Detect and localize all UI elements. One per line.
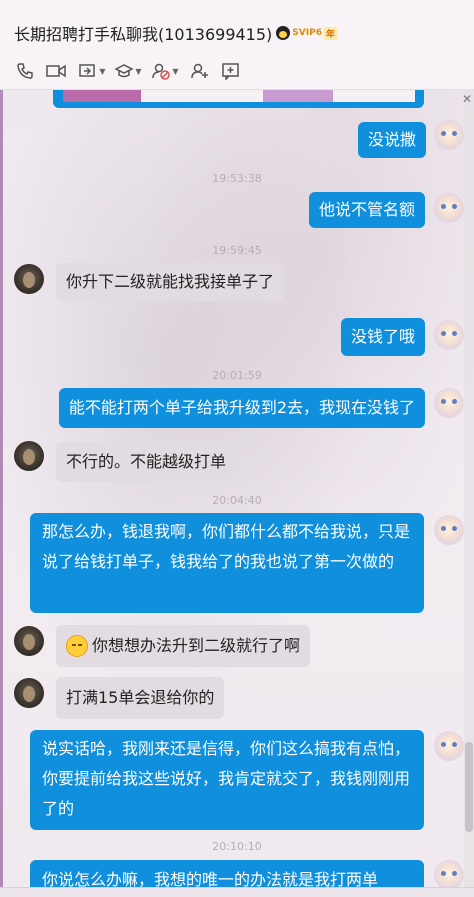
- contact-avatar[interactable]: [14, 626, 44, 656]
- vip-level-label: SVIP6: [292, 28, 322, 38]
- remote-assist-icon[interactable]: ▼: [110, 58, 146, 84]
- qq-penguin-icon: [276, 26, 291, 40]
- year-label: 年: [323, 26, 337, 40]
- message-bubble-outgoing[interactable]: 他说不管名额: [308, 192, 425, 228]
- message-timestamp: 19:53:38: [212, 172, 262, 185]
- left-accent-bar: [0, 90, 3, 887]
- contact-avatar[interactable]: [14, 441, 44, 471]
- message-timestamp: 20:04:40: [212, 494, 262, 507]
- message-text: 你想想办法升到二级就行了啊: [92, 636, 301, 655]
- title-row: 长期招聘打手私聊我(1013699415) SVIP6 年: [14, 20, 337, 46]
- chat-message-area[interactable]: 没说撒 19:53:38 他说不管名额 19:59:45 你升下二级就能找我接单…: [0, 90, 474, 887]
- doubt-emoji-icon: [66, 634, 88, 657]
- message-bubble-incoming[interactable]: 打满15单会退给你的: [56, 677, 225, 719]
- message-bubble-outgoing[interactable]: 那怎么办，钱退我啊，你们都什么都不给我说，只是说了给钱打单子，钱我给了的我也说了…: [30, 513, 424, 613]
- chat-window-header: 长期招聘打手私聊我(1013699415) SVIP6 年 ▼ ▼ ▼: [0, 0, 474, 90]
- chat-toolbar: ▼ ▼ ▼: [12, 58, 246, 84]
- video-icon[interactable]: [38, 58, 74, 84]
- message-bubble-incoming[interactable]: 不行的。不能越级打单: [56, 442, 237, 482]
- self-avatar[interactable]: [434, 860, 464, 887]
- message-bubble-outgoing[interactable]: 没钱了哦: [340, 318, 425, 356]
- block-icon[interactable]: ▼: [146, 58, 184, 84]
- self-avatar[interactable]: [434, 320, 464, 350]
- contact-avatar[interactable]: [14, 264, 44, 294]
- chevron-down-icon: ▼: [172, 66, 179, 76]
- more-apps-icon[interactable]: [216, 58, 246, 84]
- self-avatar[interactable]: [434, 193, 464, 223]
- self-avatar[interactable]: [434, 120, 464, 150]
- scrollbar-thumb[interactable]: [465, 742, 473, 832]
- chevron-down-icon: ▼: [135, 66, 142, 76]
- self-avatar[interactable]: [434, 731, 464, 761]
- self-avatar[interactable]: [434, 388, 464, 418]
- chat-scrollbar[interactable]: [464, 90, 474, 887]
- message-bubble-outgoing[interactable]: 没说撒: [357, 122, 426, 158]
- collapse-icon[interactable]: ✕: [462, 92, 472, 106]
- self-avatar[interactable]: [434, 515, 464, 545]
- share-screen-icon[interactable]: ▼: [74, 58, 110, 84]
- message-timestamp: 20:10:10: [212, 840, 262, 853]
- message-bubble-incoming[interactable]: 你想想办法升到二级就行了啊: [56, 625, 311, 667]
- message-bubble-incoming[interactable]: 你升下二级就能找我接单子了: [56, 263, 285, 301]
- message-timestamp: 19:59:45: [212, 244, 262, 257]
- contact-avatar[interactable]: [14, 678, 44, 708]
- phone-icon[interactable]: [12, 58, 38, 84]
- add-friend-icon[interactable]: [184, 58, 216, 84]
- message-input-strip[interactable]: [0, 887, 474, 897]
- previous-message-preview: [53, 90, 424, 108]
- chat-title[interactable]: 长期招聘打手私聊我(1013699415): [14, 21, 272, 45]
- message-timestamp: 20:01:59: [212, 369, 262, 382]
- message-bubble-outgoing[interactable]: 说实话哈，我刚来还是信得，你们这么搞我有点怕，你要提前给我这些说好，我肯定就交了…: [30, 730, 424, 830]
- svip-badge[interactable]: SVIP6 年: [276, 26, 337, 40]
- chevron-down-icon: ▼: [99, 66, 106, 76]
- message-bubble-outgoing[interactable]: 你说怎么办嘛，我想的唯一的办法就是我打两单: [30, 860, 424, 887]
- message-bubble-outgoing[interactable]: 能不能打两个单子给我升级到2去，我现在没钱了: [58, 388, 425, 428]
